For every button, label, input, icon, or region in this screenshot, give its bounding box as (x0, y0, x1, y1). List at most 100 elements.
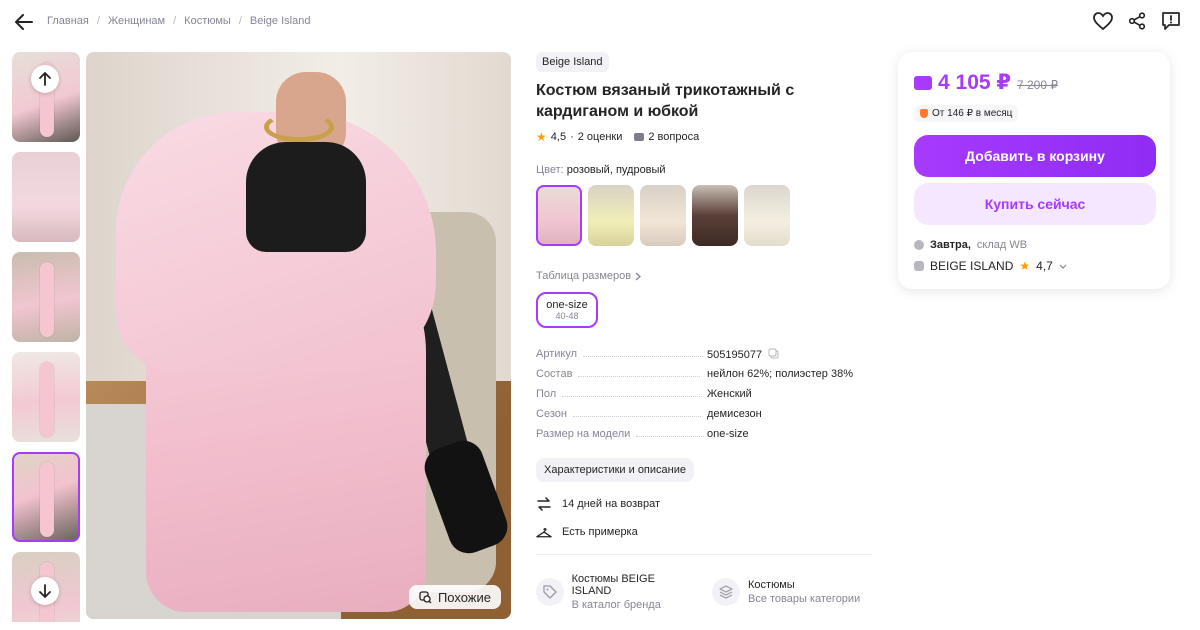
share-icon (1128, 12, 1146, 30)
rating-row: ★ 4,5 · 2 оценки 2 вопроса (536, 130, 876, 144)
color-swatches (536, 185, 876, 246)
similar-label: Похожие (437, 589, 491, 605)
seller-rating: 4,7 (1036, 259, 1053, 273)
arrow-left-icon (15, 14, 33, 30)
spec-row: Сезон демисезон (536, 408, 876, 428)
hanger-icon (536, 524, 552, 540)
color-swatch-active[interactable] (536, 185, 582, 246)
tag-icon (536, 578, 564, 606)
link-title: Костюмы (748, 579, 795, 591)
breadcrumb-item-women[interactable]: Женщинам (108, 15, 165, 27)
product-info: Beige Island Костюм вязаный трикотажный … (536, 52, 876, 611)
spec-value: one-size (707, 428, 749, 440)
spec-value: демисезон (707, 408, 762, 420)
questions-link[interactable]: 2 вопроса (648, 131, 699, 143)
spec-key: Состав (536, 368, 573, 380)
breadcrumb-item-suits[interactable]: Костюмы (184, 15, 231, 27)
article-number: 505195077 (707, 349, 763, 361)
spec-row: Размер на модели one-size (536, 428, 876, 448)
price-row: 4 105 ₽ 7 200 ₽ (914, 70, 1154, 95)
catalog-links: Костюмы BEIGE ISLAND В каталог бренда Ко… (536, 573, 876, 611)
thumbnail[interactable] (12, 352, 80, 442)
feature-return: 14 дней на возврат (536, 496, 876, 512)
layers-icon (712, 578, 740, 606)
return-icon (536, 496, 552, 512)
thumbnail-list (12, 52, 80, 622)
color-swatch[interactable] (588, 185, 634, 246)
color-swatch[interactable] (640, 185, 686, 246)
seller-info[interactable]: BEIGE ISLAND ★ 4,7 (914, 259, 1154, 273)
thumbnails-scroll-up-button[interactable] (31, 65, 59, 93)
size-name: one-size (546, 299, 588, 311)
breadcrumb: Главная / Женщинам / Костюмы / Beige Isl… (47, 15, 310, 27)
price-card: 4 105 ₽ 7 200 ₽ От 146 ₽ в месяц Добавит… (898, 52, 1170, 289)
rating-separator: · (570, 131, 574, 143)
spec-key: Пол (536, 388, 557, 400)
copy-icon[interactable] (768, 348, 779, 359)
spec-key: Размер на модели (536, 428, 631, 440)
star-icon: ★ (1019, 259, 1031, 273)
brand-chip[interactable]: Beige Island (536, 52, 609, 72)
similar-button[interactable]: Похожие (408, 585, 501, 609)
feature-label: Есть примерка (562, 526, 638, 538)
spec-row: Состав нейлон 62%; полиэстер 38% (536, 368, 876, 388)
installment-label: От 146 ₽ в месяц (932, 108, 1013, 119)
category-catalog-link[interactable]: Костюмы Все товары категории (712, 573, 872, 611)
breadcrumb-separator: / (96, 15, 100, 27)
top-actions (1092, 10, 1182, 32)
color-value: розовый, пудровый (566, 164, 666, 176)
thumbnail[interactable] (12, 252, 80, 342)
link-subtitle: В каталог бренда (571, 599, 661, 611)
color-swatch[interactable] (692, 185, 738, 246)
thumbnail-active[interactable] (12, 452, 80, 542)
star-icon: ★ (536, 130, 547, 144)
spec-value: нейлон 62%; полиэстер 38% (707, 368, 853, 380)
back-button[interactable] (12, 10, 36, 34)
favorite-button[interactable] (1092, 10, 1114, 32)
delivery-day: Завтра, (930, 239, 971, 251)
size-table-link[interactable]: Таблица размеров (536, 270, 876, 282)
feature-label: 14 дней на возврат (562, 498, 660, 510)
size-option-selected[interactable]: one-size 40-48 (536, 292, 598, 328)
wallet-icon (914, 76, 932, 90)
thumbnails-scroll-down-button[interactable] (31, 577, 59, 605)
spec-row: Пол Женский (536, 388, 876, 408)
shop-icon (914, 261, 924, 271)
features-list: 14 дней на возврат Есть примерка (536, 496, 876, 540)
brand-catalog-link[interactable]: Костюмы BEIGE ISLAND В каталог бренда (536, 573, 696, 611)
divider (536, 554, 872, 555)
spec-key: Артикул (536, 348, 578, 360)
report-button[interactable] (1160, 10, 1182, 32)
delivery-warehouse: склад WB (976, 239, 1028, 251)
chevron-down-icon (1059, 264, 1067, 269)
main-product-photo[interactable]: Похожие (86, 52, 511, 619)
color-swatch[interactable] (744, 185, 790, 246)
breadcrumb-item-brand[interactable]: Beige Island (250, 15, 311, 27)
size-table-label: Таблица размеров (536, 270, 632, 282)
buy-now-button[interactable]: Купить сейчас (914, 183, 1156, 225)
delivery-icon (914, 240, 924, 250)
feature-fitting: Есть примерка (536, 524, 876, 540)
installment-badge[interactable]: От 146 ₽ в месяц (914, 105, 1019, 122)
thumbnail[interactable] (12, 152, 80, 242)
color-label: Цвет: розовый, пудровый (536, 164, 876, 176)
heart-icon (1093, 12, 1113, 30)
spec-value: 505195077 (707, 348, 779, 361)
share-button[interactable] (1126, 10, 1148, 32)
report-icon (1162, 12, 1180, 30)
delivery-info: Завтра, склад WB (914, 239, 1154, 251)
breadcrumb-item-home[interactable]: Главная (47, 15, 89, 27)
reviews-link[interactable]: 2 оценки (578, 131, 623, 143)
description-button[interactable]: Характеристики и описание (536, 458, 694, 482)
size-range: 40-48 (555, 311, 579, 321)
rating-value: 4,5 (550, 131, 567, 143)
product-title: Костюм вязаный трикотажный с кардиганом … (536, 82, 795, 120)
old-price: 7 200 ₽ (1017, 78, 1058, 92)
specs-list: Артикул 505195077 Состав нейлон 62%; пол… (536, 348, 876, 448)
questions-icon (634, 133, 645, 141)
spec-value: Женский (707, 388, 752, 400)
similar-search-icon (419, 590, 432, 603)
add-to-cart-button[interactable]: Добавить в корзину (914, 135, 1156, 177)
link-subtitle: Все товары категории (748, 593, 861, 605)
seller-name: BEIGE ISLAND (930, 259, 1014, 273)
